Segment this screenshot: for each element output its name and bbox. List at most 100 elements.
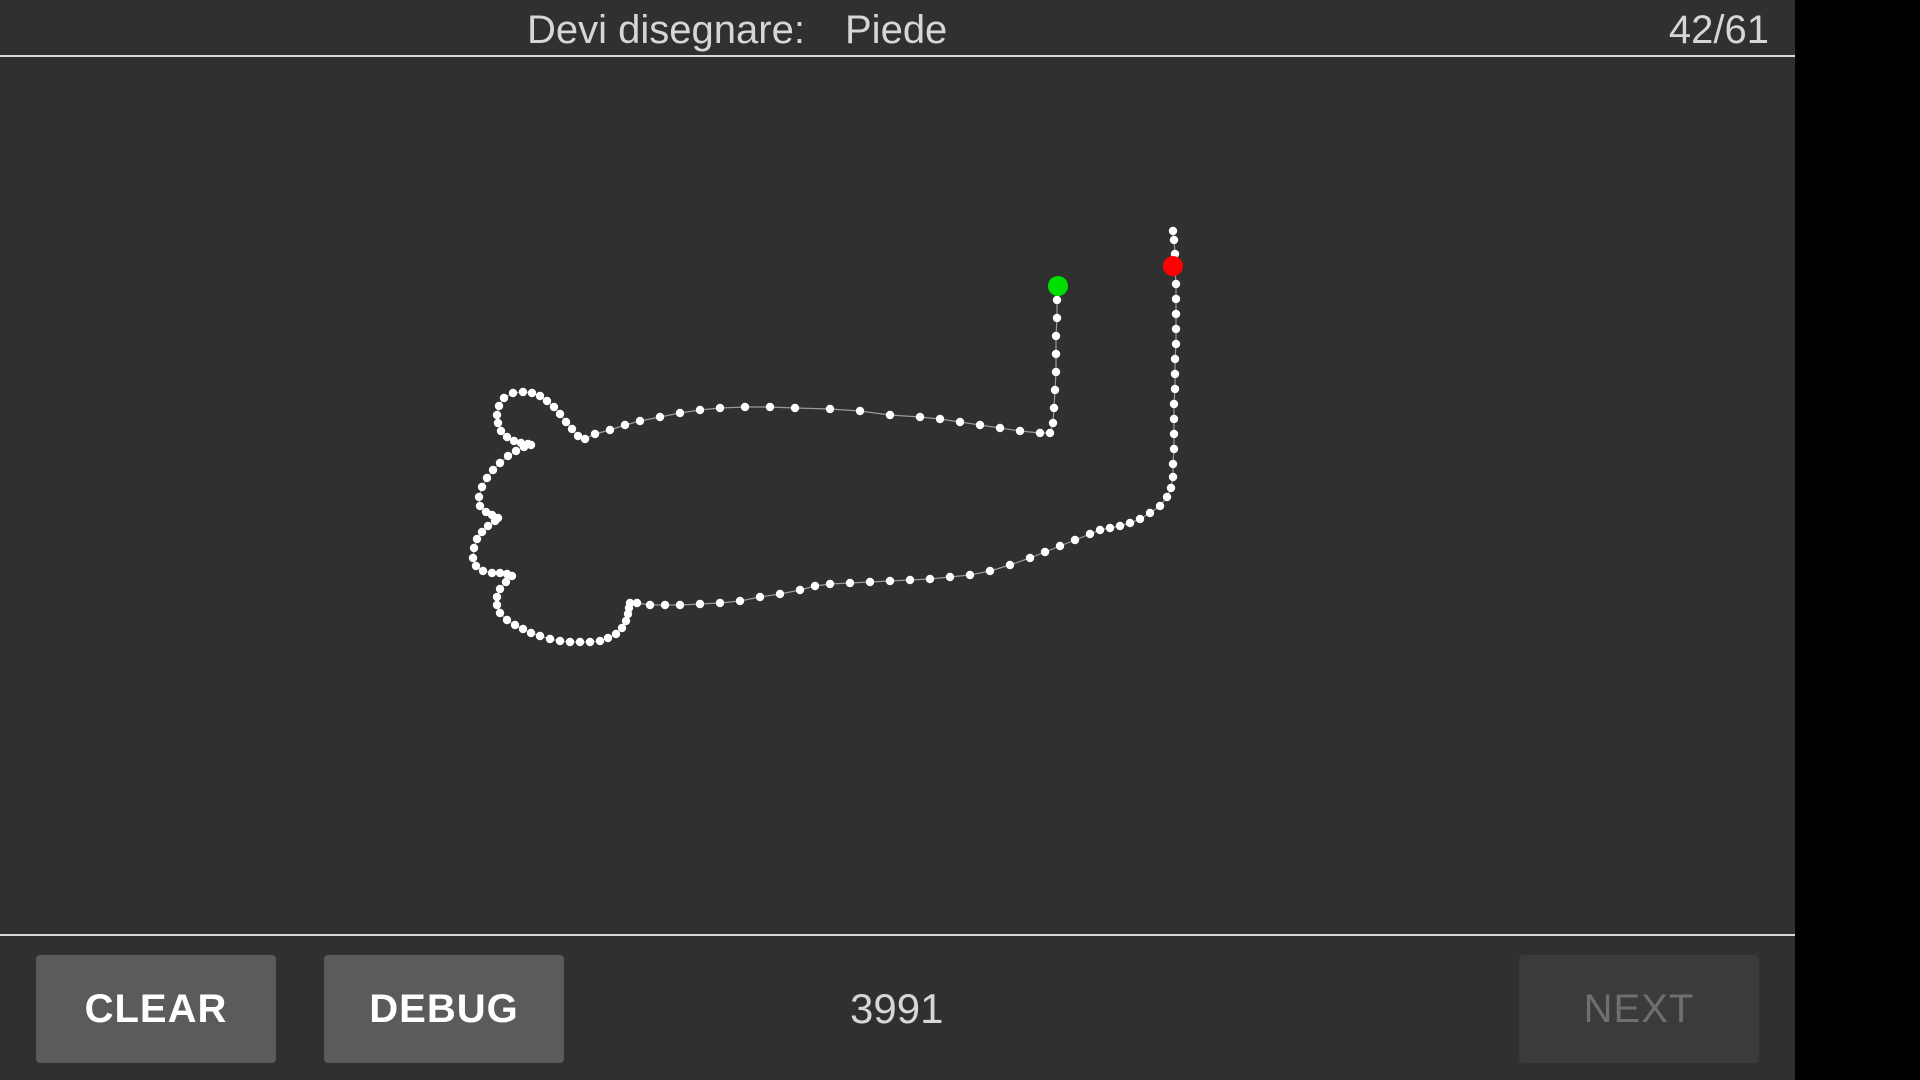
- stroke-point: [590, 429, 600, 439]
- stroke-point: [755, 592, 765, 602]
- stroke-point: [605, 425, 615, 435]
- stroke-point: [1035, 428, 1045, 438]
- stroke-point: [1125, 518, 1135, 528]
- stroke-point: [1095, 525, 1105, 535]
- stroke-point: [567, 424, 577, 434]
- stroke-point: [865, 577, 875, 587]
- stroke-point: [635, 416, 645, 426]
- stroke-point: [471, 561, 481, 571]
- stroke-point: [1169, 429, 1179, 439]
- stroke-point: [1048, 418, 1058, 428]
- stroke-point: [1045, 428, 1055, 438]
- end-point-marker: [1163, 256, 1183, 276]
- stroke-point: [1145, 508, 1155, 518]
- stroke-point: [675, 600, 685, 610]
- stroke-point: [1170, 354, 1180, 364]
- stroke-point: [499, 393, 509, 403]
- score-value: 3991: [850, 985, 944, 1032]
- stroke-point: [1168, 226, 1178, 236]
- stroke-point: [575, 637, 585, 647]
- stroke-point: [1055, 541, 1065, 551]
- stroke-point: [495, 608, 505, 618]
- stroke-point: [775, 589, 785, 599]
- drawing-surface[interactable]: [0, 59, 1795, 934]
- stroke-point: [487, 568, 497, 578]
- stroke-point: [549, 402, 559, 412]
- stroke-point: [518, 624, 528, 634]
- stroke-point: [1135, 514, 1145, 524]
- stroke-point: [1171, 309, 1181, 319]
- stroke-point: [501, 577, 511, 587]
- stroke-point: [810, 581, 820, 591]
- stroke-point: [632, 598, 642, 608]
- stroke-point: [555, 636, 565, 646]
- stroke-point: [535, 391, 545, 401]
- stroke-point: [1050, 385, 1060, 395]
- stroke-point: [477, 527, 487, 537]
- stroke-point: [1085, 529, 1095, 539]
- stroke-point: [825, 404, 835, 414]
- clear-button[interactable]: CLEAR: [36, 955, 276, 1063]
- stroke-point: [518, 387, 528, 397]
- stroke-point: [555, 409, 565, 419]
- stroke-point: [561, 417, 571, 427]
- stroke-point: [715, 403, 725, 413]
- drawing-app: Devi disegnare: Piede 42/61 CLEAR DEBUG …: [0, 0, 1795, 1080]
- stroke-point: [645, 600, 655, 610]
- drawing-canvas[interactable]: [0, 59, 1795, 934]
- stroke-point: [1051, 331, 1061, 341]
- stroke-point: [488, 465, 498, 475]
- stroke-point: [519, 442, 529, 452]
- stroke-point: [955, 417, 965, 427]
- stroke-point: [885, 410, 895, 420]
- stroke-point: [985, 566, 995, 576]
- stroke-point: [905, 575, 915, 585]
- stroke-point: [493, 418, 503, 428]
- stroke-point: [995, 423, 1005, 433]
- stroke-point: [925, 574, 935, 584]
- stroke-point: [1052, 295, 1062, 305]
- stroke-point: [482, 473, 492, 483]
- stroke-point: [1025, 553, 1035, 563]
- stroke-point: [527, 388, 537, 398]
- stroke-point: [915, 412, 925, 422]
- stroke-point: [885, 576, 895, 586]
- prompt-label: Devi disegnare:: [527, 8, 805, 52]
- stroke-point: [474, 492, 484, 502]
- stroke-point: [469, 543, 479, 553]
- stroke-point: [510, 620, 520, 630]
- stroke-point: [1049, 403, 1059, 413]
- stroke-point: [565, 637, 575, 647]
- stroke-point: [1155, 501, 1165, 511]
- stroke-point: [715, 598, 725, 608]
- stroke-point: [975, 420, 985, 430]
- stroke-point: [1162, 492, 1172, 502]
- stroke-point: [790, 403, 800, 413]
- stroke-point: [545, 634, 555, 644]
- stroke-point: [855, 406, 865, 416]
- stroke-point: [1105, 523, 1115, 533]
- stroke-point: [511, 446, 521, 456]
- stroke-point: [611, 629, 621, 639]
- stroke-point: [595, 636, 605, 646]
- stroke-point: [477, 482, 487, 492]
- stroke-point: [508, 388, 518, 398]
- stroke-point: [1171, 294, 1181, 304]
- stroke-point: [478, 566, 488, 576]
- stroke-point: [483, 521, 493, 531]
- stroke-point: [492, 592, 502, 602]
- stroke-point: [695, 405, 705, 415]
- header-bar: Devi disegnare: Piede 42/61: [0, 0, 1795, 57]
- next-button[interactable]: NEXT: [1519, 955, 1759, 1063]
- target-word: Piede: [845, 8, 948, 52]
- stroke-point: [655, 412, 665, 422]
- stroke-point: [1005, 560, 1015, 570]
- stroke-point: [825, 579, 835, 589]
- stroke-point: [542, 396, 552, 406]
- stroke-point: [795, 585, 805, 595]
- stroke-point: [1052, 313, 1062, 323]
- debug-button[interactable]: DEBUG: [324, 955, 564, 1063]
- stroke-point: [495, 584, 505, 594]
- stroke-point: [1171, 324, 1181, 334]
- stroke-point: [1166, 483, 1176, 493]
